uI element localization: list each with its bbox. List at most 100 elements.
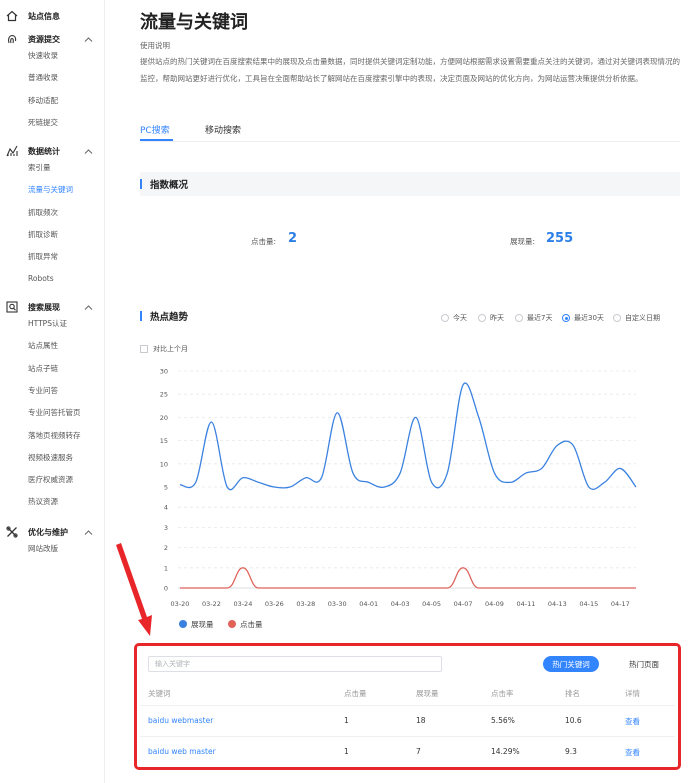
search-type-tabs: PC搜索 移动搜索	[140, 120, 680, 142]
column-header-impressions[interactable]: 展现量	[416, 688, 439, 699]
range-custom-date[interactable]: 自定义日期	[613, 312, 660, 324]
keyword-search-input[interactable]	[148, 656, 442, 672]
sidebar-item[interactable]: 专业问答托管页	[28, 407, 81, 418]
index-overview-header: 指数概况	[140, 172, 680, 196]
sidebar-item[interactable]: 网站改版	[28, 543, 58, 554]
radio-circle	[441, 314, 449, 322]
active-tab-indicator	[140, 139, 173, 141]
fingerprint-icon	[8, 34, 17, 44]
ctr-cell: 14.29%	[491, 747, 520, 756]
radio-circle	[613, 314, 621, 322]
hot-pages-button[interactable]: 热门页面	[619, 656, 669, 672]
sidebar-item[interactable]: 视频极速服务	[28, 452, 73, 463]
home-icon	[6, 10, 18, 22]
range-label: 昨天	[490, 314, 504, 322]
sidebar: 站点信息资源提交快速收录普通收录移动适配死链提交数据统计索引量流量与关键词 抓取频…	[0, 0, 105, 783]
hot-keywords-button[interactable]: 热门关键词	[543, 656, 599, 672]
sidebar-section-title: 搜索展现	[28, 302, 60, 312]
column-header-keyword: 关键词	[148, 689, 171, 698]
ctr-cell: 5.56%	[491, 716, 515, 725]
column-header-detail: 详情	[625, 689, 640, 698]
search-display-icon	[6, 301, 18, 313]
range-label: 今天	[453, 314, 467, 322]
legend-dot	[228, 620, 236, 628]
sidebar-item[interactable]: 专业问答	[28, 385, 58, 396]
legend-impressions[interactable]: 展现量	[179, 619, 214, 629]
sidebar-item[interactable]: 普通收录	[28, 72, 58, 83]
range-label: 自定义日期	[625, 314, 660, 322]
radio-circle	[515, 314, 523, 322]
sidebar-section-title: 资源提交	[28, 34, 60, 44]
range-last-7-days[interactable]: 最近7天	[515, 312, 552, 324]
sidebar-item[interactable]: 快速收录	[28, 50, 58, 61]
tab-pc-search[interactable]: PC搜索	[140, 123, 170, 136]
sidebar-item[interactable]: 落地页视频转存	[28, 430, 81, 441]
sidebar-item[interactable]: 站点子链	[28, 363, 58, 374]
sidebar-item[interactable]: Robots	[28, 274, 54, 283]
section-marker	[140, 179, 142, 189]
range-label: 最近30天	[574, 314, 604, 322]
legend-dot	[179, 620, 187, 628]
sidebar-item[interactable]: 抓取异常	[28, 251, 58, 262]
legend-label: 展现量	[191, 619, 214, 629]
legend-label: 点击量	[240, 619, 263, 629]
sidebar-section-1[interactable]: 资源提交	[0, 31, 105, 47]
sidebar-item[interactable]: 移动适配	[28, 95, 58, 106]
page-title: 流量与关键词	[140, 12, 248, 33]
column-header-rank[interactable]: 排名	[565, 688, 580, 699]
sidebar-section-2[interactable]: 数据统计	[0, 143, 105, 159]
compare-label: 对比上个月	[153, 345, 188, 353]
radio-circle	[478, 314, 486, 322]
row-divider	[140, 705, 675, 706]
trend-title: 热点趋势	[150, 312, 189, 323]
sidebar-section-title: 站点信息	[28, 11, 60, 21]
range-label: 最近7天	[527, 314, 553, 322]
chevron-up-icon	[84, 529, 93, 535]
column-header-ctr[interactable]: 点击率	[491, 688, 514, 699]
column-header-clicks[interactable]: 点击量	[344, 688, 367, 699]
sidebar-item[interactable]: HTTPS认证	[28, 318, 67, 329]
sidebar-section-title: 优化与维护	[28, 527, 68, 537]
row-divider	[140, 736, 675, 737]
view-detail-link[interactable]: 查看	[625, 716, 640, 727]
chevron-up-icon	[84, 304, 93, 310]
chevron-up-icon	[84, 36, 93, 42]
clicks-label: 点击量:	[251, 237, 277, 246]
stats-icon	[6, 145, 18, 157]
keyword-link[interactable]: baidu web master	[148, 747, 216, 756]
sidebar-item[interactable]: 抓取频次	[28, 207, 58, 218]
compare-last-month-checkbox[interactable]: 对比上个月	[140, 344, 188, 354]
tab-mobile-search[interactable]: 移动搜索	[205, 123, 241, 136]
sidebar-item[interactable]: 索引量	[28, 162, 51, 173]
chevron-up-icon	[84, 148, 93, 154]
sidebar-item[interactable]: 热议资源	[28, 496, 58, 507]
clicks-cell: 1	[344, 747, 349, 756]
range-today[interactable]: 今天	[441, 312, 467, 324]
rank-cell: 10.6	[565, 716, 582, 725]
sidebar-item[interactable]: 医疗权威资源	[28, 474, 73, 485]
clicks-cell: 1	[344, 716, 349, 725]
radio-circle	[562, 314, 570, 322]
view-detail-link[interactable]: 查看	[625, 747, 640, 758]
sidebar-item[interactable]: 流量与关键词	[28, 184, 73, 195]
sidebar-item[interactable]: 死链提交	[28, 117, 58, 128]
sidebar-section-0[interactable]: 站点信息	[0, 8, 105, 24]
sidebar-item[interactable]: 抓取诊断	[28, 229, 58, 240]
impressions-cell: 7	[416, 747, 421, 756]
range-yesterday[interactable]: 昨天	[478, 312, 504, 324]
rank-cell: 9.3	[565, 747, 577, 756]
usage-title: 使用说明	[140, 41, 170, 50]
impressions-value: 255	[546, 231, 574, 246]
legend-clicks[interactable]: 点击量	[228, 619, 263, 629]
usage-description: 提供站点的热门关键词在百度搜索结果中的展现及点击量数据，同时提供关键词定制功能，…	[140, 57, 680, 83]
index-overview-title: 指数概况	[150, 180, 189, 191]
checkbox-box	[140, 345, 148, 353]
sidebar-section-4[interactable]: 优化与维护	[0, 524, 105, 540]
sidebar-item[interactable]: 站点属性	[28, 340, 58, 351]
sidebar-section-3[interactable]: 搜索展现	[0, 299, 105, 315]
keyword-link[interactable]: baidu webmaster	[148, 716, 213, 725]
range-last-30-days[interactable]: 最近30天	[562, 312, 604, 324]
clicks-value: 2	[288, 231, 298, 246]
impressions-cell: 18	[416, 716, 426, 725]
impressions-label: 展现量:	[510, 237, 536, 246]
